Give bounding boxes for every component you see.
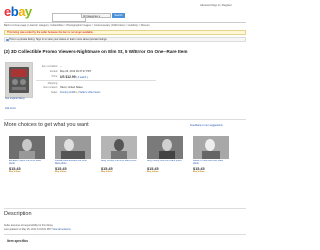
buy-it-now-label: Buy It Now: [9, 171, 21, 173]
suggestion-card[interactable]: Elizabeth Taylor one 8x10 Rare photo $15…: [9, 136, 45, 173]
view-revisions-link[interactable]: View all revisions: [52, 228, 70, 231]
logo-letter-y: y: [24, 4, 32, 19]
buy-it-now-label: Buy It Now: [55, 171, 67, 173]
item-photo-image: [6, 63, 32, 97]
specifics-divider: [4, 234, 246, 235]
suggestion-photo[interactable]: [193, 136, 229, 159]
suggestion-card[interactable]: Freddie Bartholomew one 8x10 Rare photo …: [55, 136, 91, 173]
location-label: Item location:: [43, 86, 58, 89]
add-to-list-link[interactable]: Add to list: [5, 107, 16, 110]
watch-count[interactable]: [ 4 watch ]: [76, 76, 87, 79]
last-updated: Last updated on May 26, 2012 14:18:01 PD…: [4, 228, 71, 231]
search-button[interactable]: Search: [112, 13, 125, 18]
location-value: Hazel, United States: [60, 86, 83, 89]
top-right-link-advanced[interactable]: Advanced: [200, 4, 212, 7]
suggestion-image: [147, 136, 183, 159]
breadcrumb[interactable]: Back to home page | Listed in category: …: [4, 24, 150, 27]
more-choices-heading: More choices to get what you want: [4, 122, 89, 128]
private-listing-bar: This is a private listing. Sign in to vi…: [4, 37, 246, 42]
item-specifics-heading: Item specifics: [7, 239, 29, 243]
suggestion-image: [9, 136, 45, 159]
suggestion-caption[interactable]: Jackie O'Hara one 8x10 Rare photo: [193, 160, 229, 166]
suggestion-photo[interactable]: [9, 136, 45, 159]
ended-alert-bar: This listing was ended by the seller bec…: [4, 30, 246, 35]
logo-letter-e: e: [4, 4, 11, 19]
buy-it-now-badge: Buy It Now: [147, 171, 183, 173]
suggestion-caption[interactable]: Freddie Bartholomew one 8x10 Rare photo: [55, 160, 91, 166]
price-row: US $12.99 [ 4 watch ]: [60, 75, 88, 79]
shipping-label: Shipping:: [47, 81, 58, 85]
category-select[interactable]: All Categories ▾: [81, 13, 111, 18]
ended-label: Ended:: [50, 70, 58, 73]
section-divider: [4, 119, 246, 120]
buy-it-now-badge: Buy It Now: [9, 171, 45, 173]
logo-letter-a: a: [18, 4, 25, 19]
info-icon: [6, 38, 9, 41]
suggestion-caption[interactable]: Elizabeth Taylor one 8x10 Rare photo: [9, 160, 45, 166]
see-original-link[interactable]: See original listing: [5, 97, 24, 100]
buy-it-now-badge: Buy It Now: [55, 171, 91, 173]
suggestion-card[interactable]: Jackie O'Hara one 8x10 Rare photo $15.45…: [193, 136, 229, 173]
suggestion-photo[interactable]: [147, 136, 183, 159]
feedback-link[interactable]: Feedback on our suggestions: [190, 124, 223, 127]
suggestion-image: [55, 136, 91, 159]
item-photo[interactable]: [5, 62, 33, 98]
buy-it-now-badge: Buy It Now: [193, 171, 229, 173]
description-divider: [4, 208, 246, 209]
ebay-logo[interactable]: ebay: [4, 5, 32, 18]
suggestion-photo[interactable]: [55, 136, 91, 159]
condition-value: --: [60, 65, 62, 68]
suggestion-image: [101, 136, 137, 159]
description-heading: Description: [4, 211, 32, 217]
price-label: Price:: [51, 75, 58, 78]
seller-label: Seller:: [50, 91, 58, 94]
suggestion-photo[interactable]: [101, 136, 137, 159]
condition-label: Item condition:: [41, 65, 58, 68]
buy-it-now-label: Buy It Now: [147, 171, 159, 173]
buy-it-now-label: Buy It Now: [101, 171, 113, 173]
buy-it-now-badge: Buy It Now: [101, 171, 137, 173]
header-divider: [4, 22, 246, 23]
suggestion-caption[interactable]: Betty Crosby one 8x10 Rare photo: [101, 160, 137, 166]
ended-value: May 26, 2012 09:47:27 PDT: [60, 70, 92, 73]
suggestion-caption[interactable]: Bing Crosby one 8x10 Rare photo: [147, 160, 183, 166]
seller-link[interactable]: bmmpp (1426: [60, 91, 75, 94]
price-value: US $12.99: [60, 74, 76, 79]
ended-alert-text: This listing was ended by the seller bec…: [7, 31, 94, 34]
category-select-label: All Categories: [83, 15, 98, 18]
chevron-down-icon: ▾: [98, 15, 100, 18]
top-right-link-sign-in[interactable]: Sign in | Register: [212, 4, 232, 7]
seller-info: bmmpp (1426★) Seller's other items: [60, 91, 100, 94]
suggestion-image: [193, 136, 229, 159]
suggestion-card[interactable]: Bing Crosby one 8x10 Rare photo $15.45 B…: [147, 136, 183, 173]
suggestion-card[interactable]: Betty Crosby one 8x10 Rare photo $15.45 …: [101, 136, 137, 173]
responsibility-note: Seller assumes all responsibility for th…: [4, 224, 54, 227]
details-divider: [36, 80, 156, 81]
private-listing-text: This is a private listing. Sign in to vi…: [9, 38, 108, 41]
item-title: (2) 3D Collectible Promo Viewers-Nightma…: [4, 49, 188, 54]
buy-it-now-label: Buy It Now: [193, 171, 205, 173]
last-updated-text: Last updated on May 26, 2012 14:18:01 PD…: [4, 228, 52, 231]
seller-other-items-link[interactable]: ) Seller's other items: [78, 91, 101, 94]
